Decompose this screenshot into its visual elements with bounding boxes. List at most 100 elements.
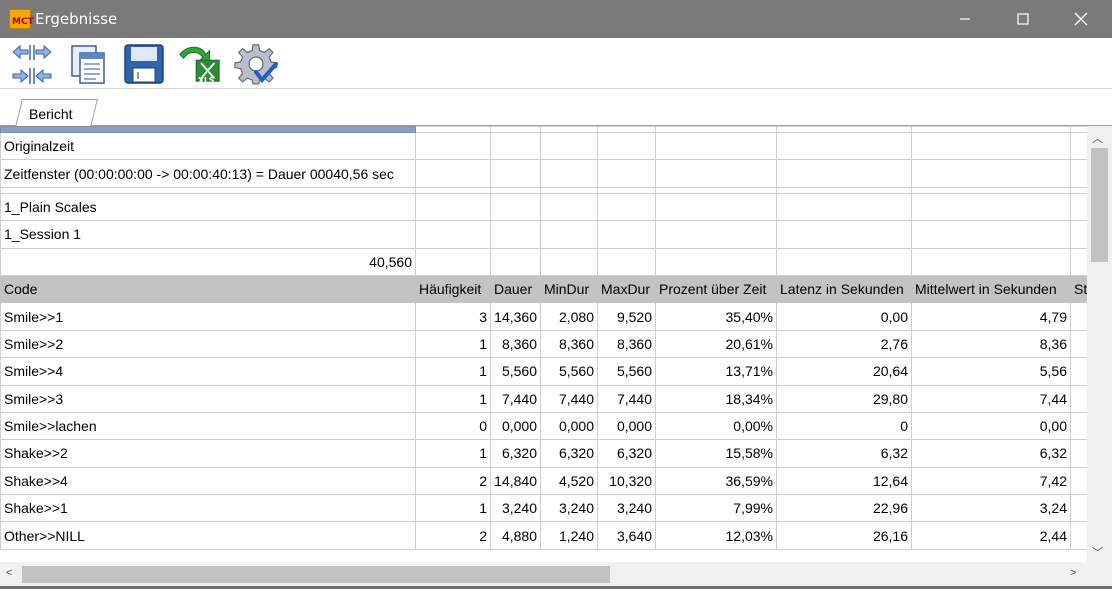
table-row[interactable]: Smile>>4 1 5,560 5,560 5,560 13,71% 20,64 5,56 bbox=[0, 357, 1087, 386]
value-cell: 6,320 bbox=[490, 439, 541, 468]
horizontal-scrollbar[interactable]: < > bbox=[0, 562, 1087, 587]
scrollbar-corner bbox=[1087, 562, 1112, 587]
value-cell: 12,03% bbox=[655, 521, 777, 550]
info-row: 1_Plain Scales bbox=[0, 192, 1087, 222]
value-cell: 36,59% bbox=[655, 466, 777, 496]
value-cell: 6,32 bbox=[911, 439, 1071, 468]
value-cell: 7,440 bbox=[540, 384, 598, 413]
scroll-left-icon[interactable]: < bbox=[6, 567, 12, 579]
tab-strip: Bericht bbox=[0, 88, 1112, 127]
column-header[interactable]: Dauer bbox=[490, 274, 541, 304]
scroll-up-icon[interactable]: ︿ bbox=[1092, 130, 1103, 146]
value-cell: 14,840 bbox=[490, 466, 541, 496]
value-cell: 20,61% bbox=[655, 329, 777, 359]
column-header[interactable]: Latenz in Sekunden bbox=[776, 274, 912, 304]
empty-cell bbox=[1070, 411, 1087, 441]
value-cell: 1 bbox=[415, 329, 491, 359]
value-cell: 5,560 bbox=[597, 357, 656, 386]
value-cell: 7,44 bbox=[911, 384, 1071, 413]
save-button[interactable] bbox=[121, 41, 167, 87]
empty-cell bbox=[1070, 521, 1087, 550]
report-grid-area: Originalzeit Zeitfenster (00:00:00:00 ->… bbox=[0, 126, 1112, 589]
scroll-right-icon[interactable]: > bbox=[1070, 567, 1076, 579]
scroll-down-icon[interactable]: ﹀ bbox=[1092, 544, 1103, 560]
value-cell: 8,360 bbox=[490, 329, 541, 359]
value-cell: 1 bbox=[415, 384, 491, 413]
toolbar: XLS bbox=[0, 38, 1112, 88]
column-header[interactable]: Code bbox=[0, 274, 416, 304]
code-cell: Other>>NILL bbox=[0, 521, 416, 550]
column-header[interactable]: Mittelwert in Sekunden bbox=[911, 274, 1071, 304]
save-icon bbox=[124, 44, 164, 84]
table-row[interactable]: Smile>>1 3 14,360 2,080 9,520 35,40% 0,00 4,79 bbox=[0, 302, 1087, 331]
value-cell: 15,58% bbox=[655, 439, 777, 468]
value-cell: 0 bbox=[776, 411, 912, 441]
value-cell: 1,240 bbox=[540, 521, 598, 550]
info-row: Originalzeit bbox=[0, 131, 1087, 161]
swap-columns-button[interactable] bbox=[9, 41, 55, 87]
table-row[interactable]: Shake>>1 1 3,240 3,240 3,240 7,99% 22,96 3,24 bbox=[0, 494, 1087, 523]
value-cell: 0,000 bbox=[490, 411, 541, 441]
table-row[interactable]: Other>>NILL 2 4,880 1,240 3,640 12,03% 26,16 2,… bbox=[0, 521, 1087, 550]
maximize-button[interactable] bbox=[1000, 0, 1046, 38]
column-header[interactable]: MaxDur bbox=[597, 274, 656, 304]
code-cell: Smile>>2 bbox=[0, 329, 416, 359]
close-button[interactable] bbox=[1058, 0, 1104, 38]
window-title: Ergebnisse bbox=[35, 10, 118, 28]
value-cell: 7,440 bbox=[597, 384, 656, 413]
total-duration-row: 40,560 bbox=[0, 247, 1087, 276]
value-cell: 18,34% bbox=[655, 384, 777, 413]
total-duration-cell: 40,560 bbox=[0, 247, 416, 276]
value-cell: 9,520 bbox=[597, 302, 656, 331]
maximize-icon bbox=[1017, 13, 1029, 25]
value-cell: 3,240 bbox=[540, 494, 598, 523]
empty-cell bbox=[1070, 384, 1087, 413]
info-cell: Zeitfenster (00:00:00:00 -> 00:00:40:13)… bbox=[0, 159, 416, 188]
table-row[interactable]: Shake>>4 2 14,840 4,520 10,320 36,59% 12,64 7,4… bbox=[0, 466, 1087, 496]
info-row: 1_Session 1 bbox=[0, 220, 1087, 249]
table-row[interactable]: Smile>>2 1 8,360 8,360 8,360 20,61% 2,76 8,36 bbox=[0, 329, 1087, 359]
vertical-scroll-thumb[interactable] bbox=[1091, 148, 1108, 262]
value-cell: 1 bbox=[415, 357, 491, 386]
settings-button[interactable] bbox=[233, 41, 279, 87]
value-cell: 22,96 bbox=[776, 494, 912, 523]
empty-cell bbox=[1070, 439, 1087, 468]
value-cell: 1 bbox=[415, 439, 491, 468]
table-row[interactable]: Smile>>3 1 7,440 7,440 7,440 18,34% 29,80 7,44 bbox=[0, 384, 1087, 413]
code-cell: Smile>>3 bbox=[0, 384, 416, 413]
value-cell: 7,440 bbox=[490, 384, 541, 413]
value-cell: 20,64 bbox=[776, 357, 912, 386]
column-header[interactable]: Prozent über Zeit bbox=[655, 274, 777, 304]
value-cell: 7,42 bbox=[911, 466, 1071, 496]
column-header[interactable]: Häufigkeit bbox=[415, 274, 491, 304]
value-cell: 2 bbox=[415, 466, 491, 496]
value-cell: 0,00 bbox=[776, 302, 912, 331]
vertical-scrollbar[interactable]: ︿ ﹀ bbox=[1087, 126, 1112, 562]
copy-button[interactable] bbox=[65, 41, 111, 87]
empty-cell bbox=[1070, 357, 1087, 386]
export-xls-button[interactable]: XLS bbox=[177, 41, 223, 87]
value-cell: 0 bbox=[415, 411, 491, 441]
info-row: Zeitfenster (00:00:00:00 -> 00:00:40:13)… bbox=[0, 159, 1087, 188]
settings-icon bbox=[234, 44, 278, 85]
column-header[interactable]: MinDur bbox=[540, 274, 598, 304]
value-cell: 8,360 bbox=[540, 329, 598, 359]
info-cell: Originalzeit bbox=[0, 131, 416, 161]
value-cell: 3,640 bbox=[597, 521, 656, 550]
minimize-icon bbox=[960, 18, 970, 20]
value-cell: 10,320 bbox=[597, 466, 656, 496]
column-header[interactable]: St bbox=[1070, 274, 1087, 304]
horizontal-scroll-thumb[interactable] bbox=[22, 566, 610, 583]
info-cell: 1_Plain Scales bbox=[0, 192, 416, 222]
value-cell: 14,360 bbox=[490, 302, 541, 331]
value-cell: 6,320 bbox=[597, 439, 656, 468]
value-cell: 3,24 bbox=[911, 494, 1071, 523]
value-cell: 1 bbox=[415, 494, 491, 523]
value-cell: 4,880 bbox=[490, 521, 541, 550]
value-cell: 26,16 bbox=[776, 521, 912, 550]
report-grid: Originalzeit Zeitfenster (00:00:00:00 ->… bbox=[0, 126, 1087, 562]
empty-cell bbox=[1070, 494, 1087, 523]
minimize-button[interactable] bbox=[942, 0, 988, 38]
table-row[interactable]: Smile>>lachen 0 0,000 0,000 0,000 0,00% 0 0,00 bbox=[0, 411, 1087, 441]
table-row[interactable]: Shake>>2 1 6,320 6,320 6,320 15,58% 6,32 6,32 bbox=[0, 439, 1087, 468]
